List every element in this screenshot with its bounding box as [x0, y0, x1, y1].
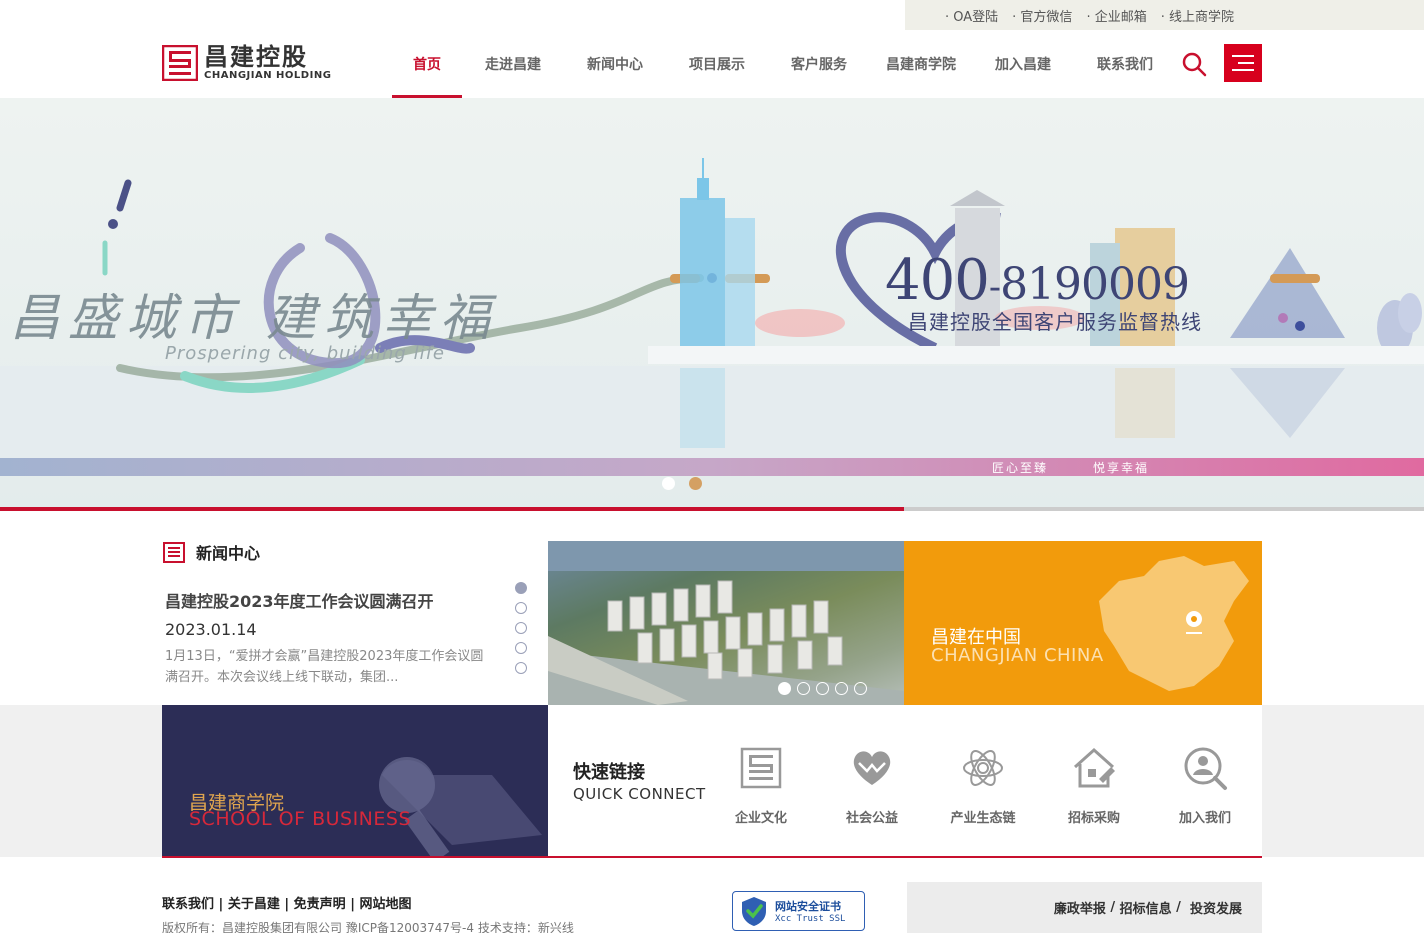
- header: 昌建控股 CHANGJIAN HOLDING 首页 走进昌建 新闻中心 项目展示…: [0, 30, 1424, 98]
- quick-connect-subtitle: QUICK CONNECT: [573, 785, 706, 803]
- footer-link-about[interactable]: 关于昌建: [228, 897, 280, 912]
- quick-link-label: 加入我们: [1178, 811, 1231, 826]
- news-dot-5[interactable]: [515, 662, 527, 674]
- quick-connect: 快速链接 QUICK CONNECT 企业文化 社会公益 产业生态链 招标采购 …: [548, 705, 1262, 857]
- banner-stripe: [0, 458, 1424, 476]
- quick-link-label: 社会公益: [845, 811, 898, 826]
- footer-link-contact[interactable]: 联系我们: [162, 897, 214, 912]
- project-aerial-image: [548, 541, 904, 705]
- school-tile-en: SCHOOL OF BUSINESS: [189, 808, 412, 830]
- news-date: 2023.01.14: [165, 620, 257, 639]
- wechat-link[interactable]: · 官方微信: [1012, 6, 1072, 25]
- hotline-caption: 昌建控股全国客户服务监督热线: [908, 310, 1202, 334]
- banner-slogan-en: Prospering city, building life: [165, 343, 445, 364]
- logo-en: CHANGJIAN HOLDING: [204, 70, 332, 81]
- copyright: 版权所有：昌建控股集团有限公司 豫ICP备12003747号-4 技术支持：新兴…: [162, 921, 574, 933]
- photo-dot-2[interactable]: [797, 682, 810, 695]
- nav-service[interactable]: 客户服务: [768, 30, 870, 98]
- nav-home[interactable]: 首页: [392, 30, 462, 98]
- banner-slogan-cn: 昌盛城市 建筑幸福: [10, 289, 498, 347]
- quick-link-join[interactable]: 加入我们: [1160, 745, 1250, 826]
- stripe-text-left: 匠心至臻: [992, 461, 1049, 475]
- banner-progress: [0, 507, 1424, 511]
- nav-about[interactable]: 走进昌建: [462, 30, 564, 98]
- ssl-badge[interactable]: 网站安全证书 Xcc Trust SSL: [732, 891, 865, 931]
- house-pen-icon: [1073, 747, 1115, 788]
- oa-login-link[interactable]: · OA登陆: [945, 6, 998, 25]
- banner-progress-fill: [0, 507, 905, 511]
- news-icon: [163, 542, 185, 563]
- quick-link-label: 企业文化: [734, 811, 787, 826]
- section-divider: [162, 856, 1262, 858]
- photo-dot-1[interactable]: [778, 682, 791, 695]
- logo-cn: 昌建控股: [204, 43, 308, 71]
- footer-links: 联系我们 | 关于昌建 | 免责声明 | 网站地图: [162, 897, 412, 912]
- footer-link-disclaimer[interactable]: 免责声明: [294, 897, 346, 912]
- utility-bar: · OA登陆 · 官方微信 · 企业邮箱 · 线上商学院: [905, 0, 1424, 30]
- quick-link-charity[interactable]: 社会公益: [827, 745, 917, 826]
- footer-link-report[interactable]: 廉政举报: [1054, 898, 1106, 917]
- quick-link-ecosystem[interactable]: 产业生态链: [938, 745, 1028, 826]
- footer-right-links: 廉政举报 / 招标信息 / 投资发展: [907, 882, 1262, 933]
- quick-link-label: 招标采购: [1067, 811, 1120, 826]
- school-tile[interactable]: 昌建商学院 SCHOOL OF BUSINESS: [162, 705, 548, 857]
- online-school-link[interactable]: · 线上商学院: [1161, 6, 1234, 25]
- nav-news[interactable]: 新闻中心: [564, 30, 666, 98]
- footer-link-tender-info[interactable]: 招标信息: [1120, 898, 1172, 917]
- menu-button[interactable]: [1224, 44, 1262, 82]
- news-dot-4[interactable]: [515, 642, 527, 654]
- logo[interactable]: 昌建控股 CHANGJIAN HOLDING: [162, 44, 331, 81]
- search-icon[interactable]: [1180, 50, 1208, 78]
- atom-icon: [963, 750, 1003, 786]
- photo-dot-3[interactable]: [816, 682, 829, 695]
- logo-mark-icon: [162, 44, 198, 81]
- nav-projects[interactable]: 项目展示: [666, 30, 768, 98]
- hero-banner[interactable]: 昌盛城市 建筑幸福 Prospering city, building life…: [0, 98, 1424, 508]
- heart-icon: [853, 751, 891, 785]
- news-dot-1[interactable]: [515, 582, 527, 594]
- news-section: 新闻中心 昌建控股2023年度工作会议圆满召开 2023.01.14 1月13日…: [162, 540, 548, 705]
- culture-icon: [740, 747, 782, 789]
- ssl-subtitle: Xcc Trust SSL: [775, 914, 846, 924]
- shield-check-icon: [742, 897, 766, 926]
- stripe-text-right: 悦享幸福: [1093, 461, 1150, 475]
- menu-icon: [1232, 55, 1254, 57]
- footer-link-invest[interactable]: 投资发展: [1190, 898, 1242, 917]
- news-summary[interactable]: 1月13日，“爱拼才会赢”昌建控股2023年度工作会议圆满召开。本次会议线上线下…: [165, 646, 495, 688]
- banner-pagination: [662, 477, 702, 490]
- ssl-title: 网站安全证书: [775, 900, 841, 913]
- page: · OA登陆 · 官方微信 · 企业邮箱 · 线上商学院 昌建控股 CHANGJ…: [0, 0, 1424, 933]
- nav-contact[interactable]: 联系我们: [1074, 30, 1176, 98]
- china-tile-en: CHANGJIAN CHINA: [931, 645, 1104, 666]
- project-photo[interactable]: [548, 541, 904, 705]
- quick-link-tender[interactable]: 招标采购: [1049, 745, 1139, 826]
- news-pagination: [515, 582, 527, 674]
- quick-connect-title: 快速链接: [573, 762, 645, 783]
- nav-school[interactable]: 昌建商学院: [870, 30, 972, 98]
- email-link[interactable]: · 企业邮箱: [1086, 6, 1146, 25]
- photo-pagination: [778, 682, 867, 695]
- photo-dot-4[interactable]: [835, 682, 848, 695]
- main-nav: 首页 走进昌建 新闻中心 项目展示 客户服务 昌建商学院 加入昌建 联系我们: [392, 30, 1176, 98]
- quick-link-culture[interactable]: 企业文化: [716, 745, 806, 826]
- hotline-number: 400-8190009: [885, 248, 1190, 313]
- china-tile[interactable]: 昌建在中国 CHANGJIAN CHINA: [904, 541, 1262, 705]
- user-search-icon: [1184, 747, 1227, 790]
- nav-join[interactable]: 加入昌建: [972, 30, 1074, 98]
- news-headline[interactable]: 昌建控股2023年度工作会议圆满召开: [165, 588, 434, 612]
- photo-dot-5[interactable]: [854, 682, 867, 695]
- book-icon: [379, 757, 542, 857]
- footer-link-sitemap[interactable]: 网站地图: [359, 897, 411, 912]
- news-dot-2[interactable]: [515, 602, 527, 614]
- news-dot-3[interactable]: [515, 622, 527, 634]
- quick-link-label: 产业生态链: [950, 811, 1016, 826]
- banner-dot-2[interactable]: [689, 477, 702, 490]
- banner-dot-1[interactable]: [662, 477, 675, 490]
- news-section-title: 新闻中心: [196, 544, 261, 563]
